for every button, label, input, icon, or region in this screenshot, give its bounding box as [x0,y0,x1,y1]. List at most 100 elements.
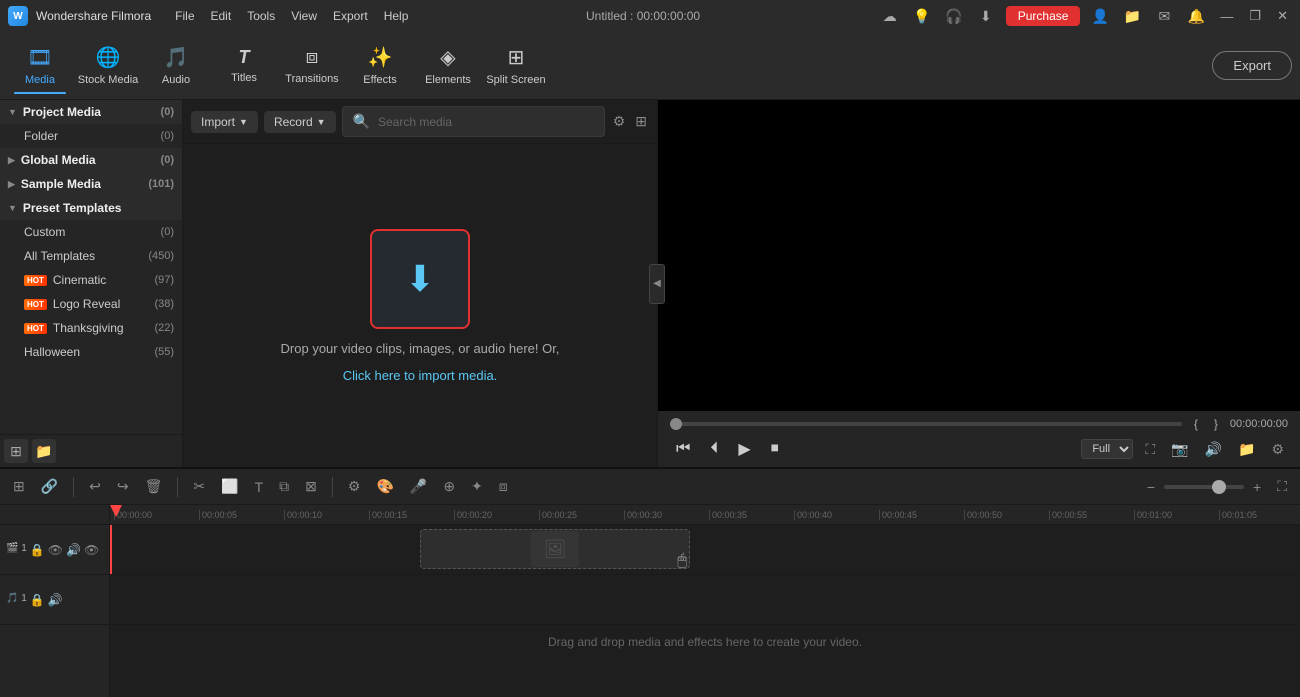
audio-button[interactable]: 🎤 [405,475,432,498]
menu-export[interactable]: Export [333,9,368,23]
zoom-thumb[interactable] [1212,480,1226,494]
export-button[interactable]: Export [1212,51,1292,80]
timeline-link-button[interactable]: 🔗 [36,475,63,498]
download-icon[interactable]: ⬇ [974,4,998,28]
search-input[interactable] [378,115,596,129]
stop-button[interactable]: ⏹ [765,438,785,460]
menu-tools[interactable]: Tools [247,9,275,23]
ai-cutout-button[interactable]: ✦ [466,475,488,498]
redo-button[interactable]: ↪ [112,475,134,498]
mark-out-button[interactable]: } [1210,417,1222,431]
filter-icon[interactable]: ⚙ [611,111,628,132]
headset-icon[interactable]: 🎧 [942,4,966,28]
sidebar-bottom: ⊞ 📁 [0,434,182,467]
zoom-out-button[interactable]: − [1142,476,1160,498]
stabilize-button[interactable]: ⊕ [438,475,460,498]
step-back-button[interactable]: ⏴ [704,438,724,460]
notification-icon[interactable]: 🔔 [1184,4,1208,28]
sidebar-item-halloween[interactable]: Halloween (55) [0,340,182,364]
toolbar-elements[interactable]: ◈ Elements [416,38,480,94]
preview-controls: { } 00:00:00:00 ⏮ ⏴ ▶ ⏹ Full 1/2 1/4 1/8… [658,411,1300,467]
purchase-button[interactable]: Purchase [1006,6,1081,26]
sidebar-item-thanksgiving[interactable]: HOT Thanksgiving (22) [0,316,182,340]
drop-box[interactable]: ⬇ [370,229,470,329]
record-button[interactable]: Record ▼ [264,111,336,133]
crop-button[interactable]: ⬜ [216,475,243,498]
toolbar-stock-media[interactable]: 🌐 Stock Media [76,38,140,94]
sidebar-item-folder[interactable]: Folder (0) [0,124,182,148]
sidebar-item-cinematic[interactable]: HOT Cinematic (97) [0,268,182,292]
undo-button[interactable]: ↩ [84,475,106,498]
sidebar-folder-btn[interactable]: 📁 [32,439,56,463]
sidebar-add-btn[interactable]: ⊞ [4,439,28,463]
toolbar-split-screen[interactable]: ⊞ Split Screen [484,38,548,94]
text-button[interactable]: T [250,476,269,498]
folder-icon[interactable]: 📁 [1120,4,1144,28]
speed-button[interactable]: ⚙ [343,475,366,498]
bulb-icon[interactable]: 💡 [910,4,934,28]
progress-bar[interactable] [670,422,1182,426]
sidebar-item-sample-media[interactable]: ▶ Sample Media (101) [0,172,182,196]
video-lock-icon[interactable]: 🔒 [30,543,45,557]
sidebar-item-project-media[interactable]: ▼ Project Media (0) [0,100,182,124]
import-button[interactable]: Import ▼ [191,111,258,133]
audio-speaker-icon[interactable]: 🔊 [48,593,63,607]
account-icon[interactable]: 👤 [1088,4,1112,28]
menu-file[interactable]: File [175,9,194,23]
grid-icon[interactable]: ⊞ [633,111,649,132]
preview-folder-icon[interactable]: 📁 [1234,439,1259,460]
clip-drop-zone[interactable]: 🖼 🖱 [420,529,690,569]
import-link[interactable]: Click here to import media. [343,368,498,383]
cut-button[interactable]: ✂ [188,475,210,498]
progress-thumb[interactable] [670,418,682,430]
thanksgiving-label: Thanksgiving [53,321,151,335]
audio-icon: 🎵 [164,45,189,70]
quality-select[interactable]: Full 1/2 1/4 1/8 [1081,439,1133,459]
add-media-button[interactable]: ⊞ [8,475,30,498]
transitions-icon: ⧈ [306,46,319,69]
fullscreen-timeline-button[interactable]: ⛶ [1272,475,1292,498]
skip-back-button[interactable]: ⏮ [670,438,696,460]
menu-view[interactable]: View [291,9,317,23]
sidebar-item-preset-templates[interactable]: ▼ Preset Templates [0,196,182,220]
zoom-bar: − + [1142,476,1266,498]
split-button[interactable]: ⧈ [494,475,513,498]
toolbar-effects[interactable]: ✨ Effects [348,38,412,94]
delete-button[interactable]: 🗑 [140,475,168,498]
sidebar-item-global-media[interactable]: ▶ Global Media (0) [0,148,182,172]
audio-track-row[interactable] [110,575,1300,625]
toolbar-transitions[interactable]: ⧈ Transitions [280,38,344,94]
multicam-button[interactable]: ⊠ [300,475,322,498]
audio-lock-icon[interactable]: 🔒 [30,593,45,607]
video-speaker-icon[interactable]: 🔊 [66,543,81,557]
minimize-button[interactable]: — [1216,9,1237,24]
play-button[interactable]: ▶ [732,437,756,461]
cloud-icon[interactable]: ☁ [878,4,902,28]
menu-help[interactable]: Help [384,9,409,23]
maximize-button[interactable]: ❐ [1245,8,1265,24]
video-eye-icon[interactable]: 👁 [48,543,63,557]
preview-volume-icon[interactable]: 🔊 [1201,439,1226,460]
close-button[interactable]: ✕ [1273,8,1292,24]
transform-button[interactable]: ⧉ [274,475,294,498]
color-button[interactable]: 🎨 [371,475,398,498]
preview-fullscreen-icon[interactable]: ⛶ [1141,439,1159,460]
collapse-panel-button[interactable]: ◀ [649,264,665,304]
sidebar-item-custom[interactable]: Custom (0) [0,220,182,244]
zoom-in-button[interactable]: + [1248,476,1266,498]
preview-settings-icon[interactable]: ⚙ [1267,439,1288,460]
preview-screenshot-icon[interactable]: 📷 [1167,439,1192,460]
video-track-row[interactable]: 🖼 🖱 [110,525,1300,575]
toolbar-titles[interactable]: T Titles [212,38,276,94]
toolbar-audio[interactable]: 🎵 Audio [144,38,208,94]
mail-icon[interactable]: ✉ [1152,4,1176,28]
mark-in-button[interactable]: { [1190,417,1202,431]
folder-label: Folder [24,129,157,143]
zoom-slider[interactable] [1164,485,1244,489]
video-eye2-icon[interactable]: 👁 [84,543,99,557]
sidebar-item-logo-reveal[interactable]: HOT Logo Reveal (38) [0,292,182,316]
timeline-content[interactable]: 00:00:00 00:00:05 00:00:10 00:00:15 00:0… [110,505,1300,697]
toolbar-media[interactable]: 🎞 Media [8,38,72,94]
menu-edit[interactable]: Edit [211,9,232,23]
sidebar-item-all-templates[interactable]: All Templates (450) [0,244,182,268]
